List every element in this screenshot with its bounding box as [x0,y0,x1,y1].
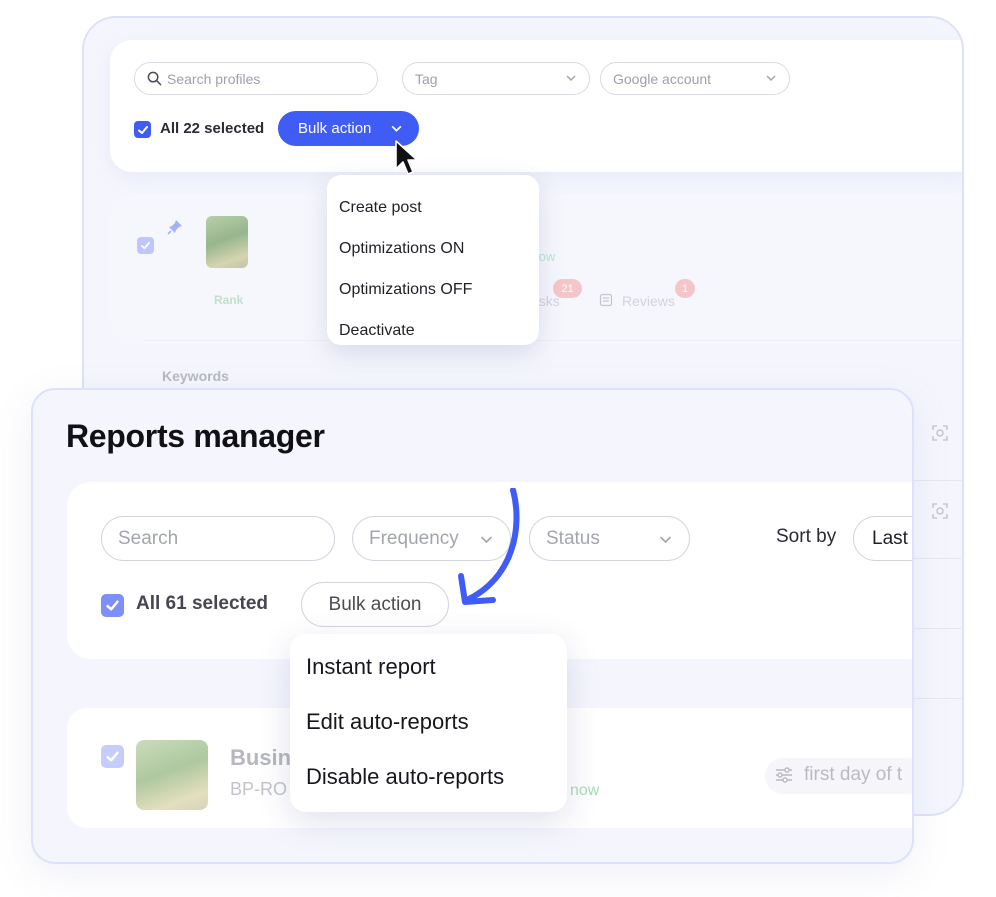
report-business-name: Busin [230,745,292,770]
profiles-bulk-action-menu: Create post Optimizations ON Optimizatio… [327,175,539,345]
google-account-placeholder: Google account [613,70,712,87]
target-icon[interactable] [931,502,949,520]
tag-select[interactable]: Tag [402,62,590,95]
reports-bulk-action-menu: Instant report Edit auto-reports Disable… [290,634,567,812]
chevron-down-icon [766,75,776,81]
chevron-down-icon [566,75,576,81]
sort-by-label: Sort by [776,526,837,547]
cursor-icon [395,140,417,175]
menu-item-create-post[interactable]: Create post [327,187,539,228]
bulk-action-button[interactable]: Bulk action [301,582,449,627]
check-icon [106,751,119,762]
search-profiles-input[interactable]: Search profiles [134,62,378,95]
sort-value: Last [872,527,908,549]
bulk-action-label: Bulk action [328,593,422,615]
bulk-action-label: Bulk action [298,120,372,137]
profile-thumbnail [206,216,248,268]
reviews-icon [599,293,613,307]
check-icon [106,600,119,611]
sort-select[interactable]: Last [853,516,912,561]
status-select[interactable]: Status [529,516,690,561]
google-account-select[interactable]: Google account [600,62,790,95]
tasks-count-badge: 21 [553,279,582,298]
check-icon [137,125,148,134]
reviews-label[interactable]: Reviews [622,293,675,309]
schedule-text: first day of t [804,764,903,785]
open-status: now [570,782,600,799]
menu-item-deactivate[interactable]: Deactivate [327,310,539,351]
chevron-down-icon [659,536,672,544]
search-icon [147,71,162,86]
profiles-toolbar: Search profiles Tag Google account All 2… [110,40,962,172]
row-checkbox[interactable] [137,237,154,254]
chevron-down-icon [391,125,402,132]
report-thumbnail [136,740,208,810]
selected-count-label: All 22 selected [160,120,265,137]
check-icon [140,241,151,250]
menu-item-instant-report[interactable]: Instant report [290,639,567,694]
search-placeholder: Search [118,527,179,549]
menu-item-optimizations-off[interactable]: Optimizations OFF [327,269,539,310]
tag-placeholder: Tag [415,70,438,87]
page-title: Reports manager [66,418,325,454]
select-all-checkbox[interactable] [101,594,124,617]
keywords-heading: Keywords [162,368,229,384]
search-profiles-placeholder: Search profiles [167,70,261,87]
frequency-placeholder: Frequency [369,527,459,549]
search-input[interactable]: Search [101,516,335,561]
reports-manager-panel: Reports manager Search Frequency Status … [31,388,914,864]
target-icon[interactable] [931,424,949,442]
report-business-code: BP-RO [230,779,288,799]
menu-item-edit-auto-reports[interactable]: Edit auto-reports [290,694,567,749]
pin-icon[interactable] [166,218,184,236]
curved-arrow-icon [458,488,520,605]
divider [144,340,962,341]
select-all-checkbox[interactable] [134,121,151,138]
reviews-count-badge: 1 [675,279,695,298]
status-placeholder: Status [546,527,600,549]
sliders-icon [776,767,792,783]
rank-label: Rank [214,293,244,307]
selected-count-label: All 61 selected [136,593,269,614]
row-checkbox[interactable] [101,745,124,768]
menu-item-disable-auto-reports[interactable]: Disable auto-reports [290,749,567,804]
menu-item-optimizations-on[interactable]: Optimizations ON [327,228,539,269]
